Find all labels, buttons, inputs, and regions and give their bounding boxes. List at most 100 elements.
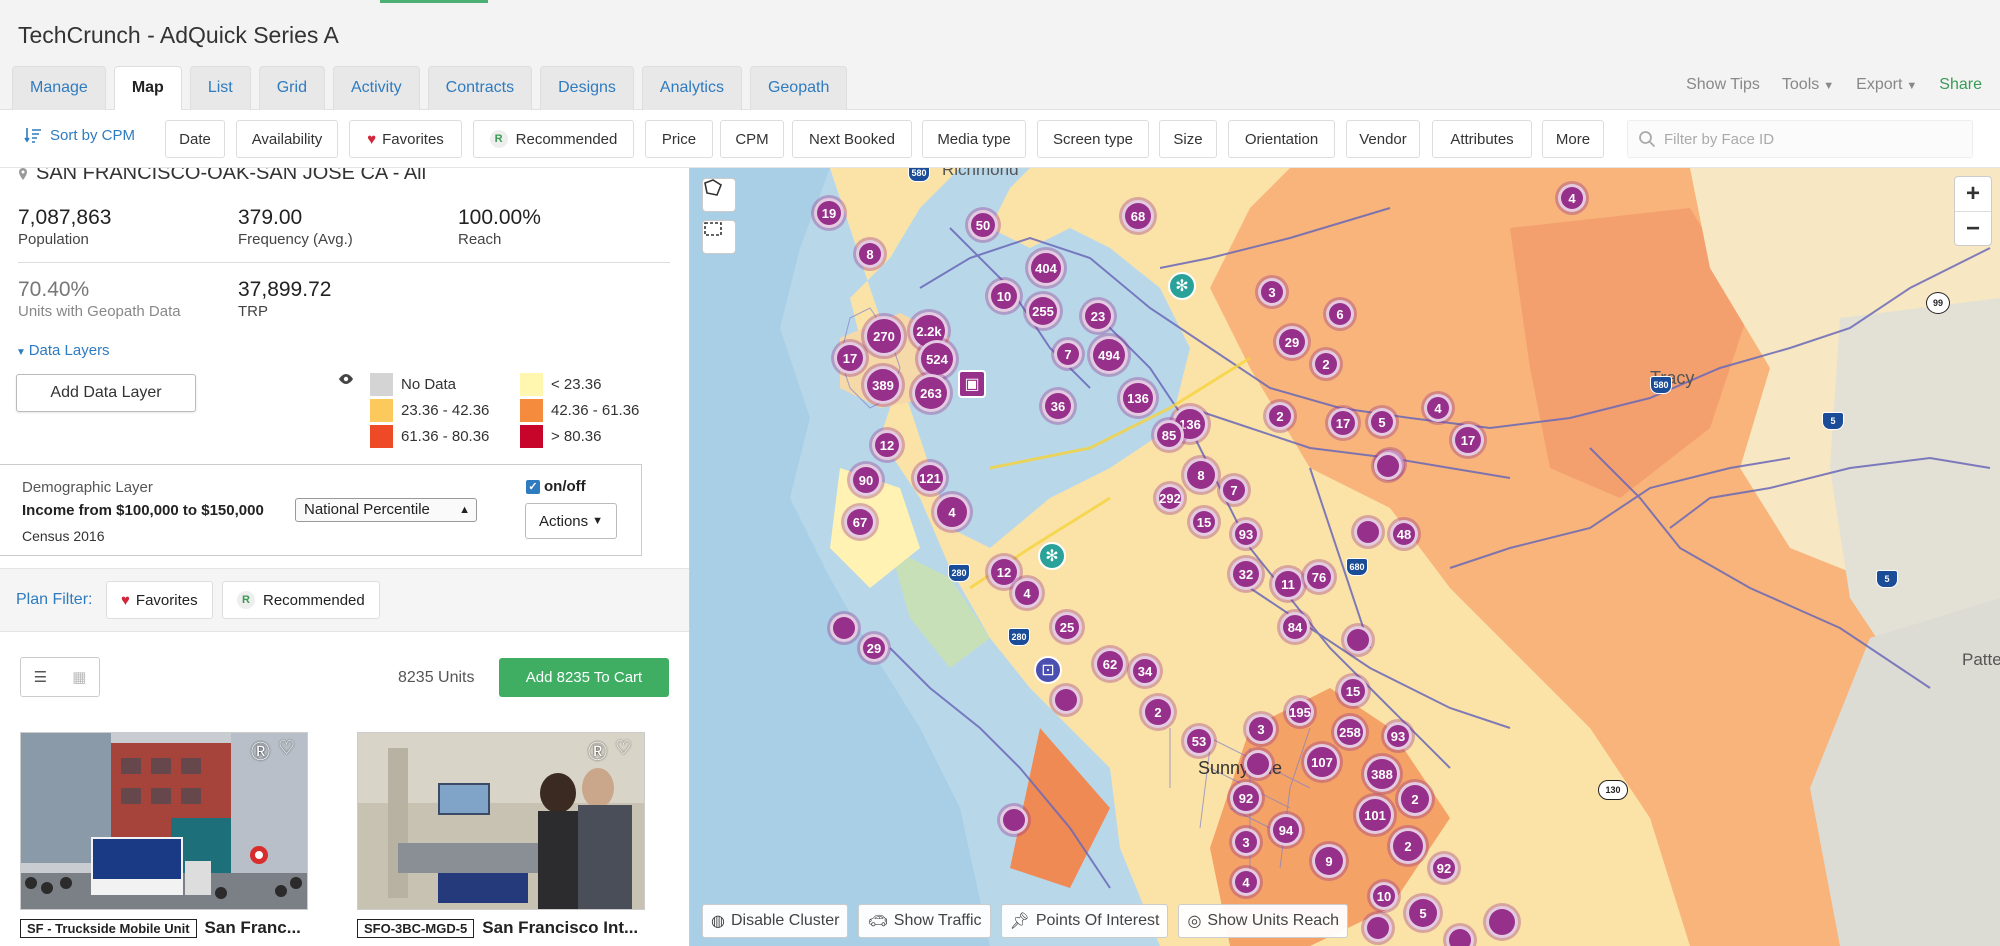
share-link[interactable]: Share [1939,76,1982,94]
unit-cluster[interactable]: 92 [1430,854,1458,882]
show-units-reach-button[interactable]: ◎ Show Units Reach [1178,904,1349,938]
unit-cluster[interactable]: 15 [1338,676,1368,706]
unit-cluster[interactable]: 8 [856,240,884,268]
unit-cluster[interactable]: 17 [1328,408,1358,438]
unit-cluster[interactable]: 11 [1272,568,1304,600]
unit-cluster[interactable]: 292 [1156,484,1184,512]
unit-cluster[interactable] [1486,906,1518,938]
unit-cluster[interactable]: 263 [912,374,950,412]
filter-media-type-button[interactable]: Media type [922,120,1026,158]
unit-card[interactable]: Ⓡ ♡ SF - Truckside Mobile Unit San Franc.… [20,732,310,938]
tab-grid[interactable]: Grid [258,66,325,110]
unit-cluster[interactable]: 121 [914,462,946,494]
unit-pin[interactable] [1354,518,1382,546]
plan-recommended-button[interactable]: R Recommended [222,581,380,619]
points-of-interest-button[interactable]: 📌︎ Points Of Interest [1000,904,1169,938]
unit-cluster[interactable]: 270 [864,316,904,356]
unit-cluster[interactable]: 93 [1232,520,1260,548]
filter-vendor-button[interactable]: Vendor [1346,120,1420,158]
unit-cluster[interactable]: 4 [1558,184,1586,212]
unit-cluster[interactable]: 2 [1398,782,1432,816]
unit-cluster[interactable]: 94 [1270,814,1302,846]
unit-cluster[interactable]: 2 [1312,350,1340,378]
unit-pin[interactable] [1052,686,1080,714]
unit-cluster[interactable]: 32 [1230,558,1262,590]
heart-outline-icon[interactable]: ♡ [278,737,295,764]
unit-cluster[interactable]: 4 [1012,578,1042,608]
add-to-cart-button[interactable]: Add 8235 To Cart [499,658,669,697]
tab-list[interactable]: List [189,66,251,110]
unit-cluster[interactable]: 388 [1364,756,1400,792]
eye-icon[interactable] [338,372,354,388]
unit-pin[interactable] [1000,806,1028,834]
unit-pin[interactable] [1344,626,1372,654]
unit-cluster[interactable]: 3 [1232,828,1260,856]
filter-orientation-button[interactable]: Orientation [1228,120,1335,158]
unit-cluster[interactable] [1364,914,1392,942]
unit-cluster[interactable] [1446,926,1474,946]
plan-favorites-button[interactable]: ♥ Favorites [106,581,213,619]
unit-cluster[interactable]: 195 [1286,698,1314,726]
unit-cluster[interactable]: 48 [1390,520,1418,548]
draw-rectangle-icon[interactable] [702,220,736,254]
export-menu[interactable]: Export ▼ [1856,76,1917,94]
unit-pin[interactable] [1374,452,1402,480]
filter-attributes-button[interactable]: Attributes [1432,120,1532,158]
unit-cluster[interactable]: 10 [1370,882,1398,910]
unit-cluster[interactable]: 3 [1258,278,1286,306]
unit-cluster[interactable]: 4 [1232,868,1260,896]
unit-cluster[interactable]: 19 [814,198,844,228]
unit-cluster[interactable]: 4 [934,494,970,530]
tab-geopath[interactable]: Geopath [749,66,848,110]
show-traffic-button[interactable]: 🚗︎ Show Traffic [858,904,991,938]
filter-availability-button[interactable]: Availability [236,120,338,158]
unit-card[interactable]: Ⓡ ♡ SFO-3BC-MGD-5 San Francisco Int... [357,732,647,938]
unit-cluster[interactable]: 389 [864,366,902,404]
billboard-marker-icon[interactable]: ▣ [958,370,986,398]
onoff-toggle[interactable]: ✓ on/off [526,478,586,495]
unit-cluster[interactable]: 29 [1276,326,1308,358]
unit-cluster[interactable]: 53 [1184,726,1214,756]
sort-button[interactable]: Sort by CPM [24,126,135,144]
unit-cluster[interactable]: 2 [1142,696,1174,728]
unit-cluster[interactable]: 92 [1230,782,1262,814]
tools-menu[interactable]: Tools ▼ [1782,76,1834,94]
unit-cluster[interactable]: 255 [1026,294,1060,328]
filter-price-button[interactable]: Price [645,120,713,158]
disable-cluster-button[interactable]: ◍ Disable Cluster [702,904,849,938]
tab-analytics[interactable]: Analytics [641,66,742,110]
filter-size-button[interactable]: Size [1159,120,1217,158]
unit-cluster[interactable]: 136 [1120,380,1156,416]
unit-cluster[interactable]: 50 [968,210,998,240]
filter-more-button[interactable]: More [1542,120,1604,158]
tab-activity[interactable]: Activity [332,66,420,110]
unit-cluster[interactable]: 3 [1246,714,1276,744]
unit-cluster[interactable]: 9 [1312,844,1346,878]
unit-cluster[interactable]: 494 [1090,336,1128,374]
filter-recommended-button[interactable]: R Recommended [473,120,634,158]
percentile-select[interactable]: National Percentile ▲ [295,498,477,522]
unit-cluster[interactable]: 107 [1304,744,1340,780]
unit-cluster[interactable]: 93 [1384,722,1412,750]
unit-cluster[interactable]: 524 [918,340,956,378]
unit-cluster[interactable]: 85 [1154,420,1184,450]
tab-manage[interactable]: Manage [12,66,106,110]
poi-marker-icon[interactable]: ✻ [1038,542,1066,570]
unit-cluster[interactable]: 258 [1334,716,1366,748]
unit-cluster[interactable]: 62 [1094,648,1126,680]
unit-pin[interactable] [1244,750,1272,778]
transit-marker-icon[interactable]: ⊡ [1034,656,1062,684]
unit-cluster[interactable]: 404 [1028,250,1064,286]
unit-cluster[interactable]: 2 [1390,828,1426,864]
poi-marker-icon[interactable]: ✻ [1168,272,1196,300]
filter-cpm-button[interactable]: CPM [720,120,784,158]
face-id-search-input[interactable] [1664,130,1954,148]
unit-cluster[interactable]: 23 [1082,300,1114,332]
unit-cluster[interactable]: 5 [1368,408,1396,436]
list-view-icon[interactable]: ☰ [34,668,47,686]
unit-cluster[interactable]: 12 [872,430,902,460]
recommended-icon[interactable]: Ⓡ [251,737,270,764]
unit-cluster[interactable]: 10 [988,280,1020,312]
filter-next-booked-button[interactable]: Next Booked [792,120,912,158]
map-view[interactable]: + − Richmond Tracy Sunnyvale Patte 580 9… [690,168,2000,946]
